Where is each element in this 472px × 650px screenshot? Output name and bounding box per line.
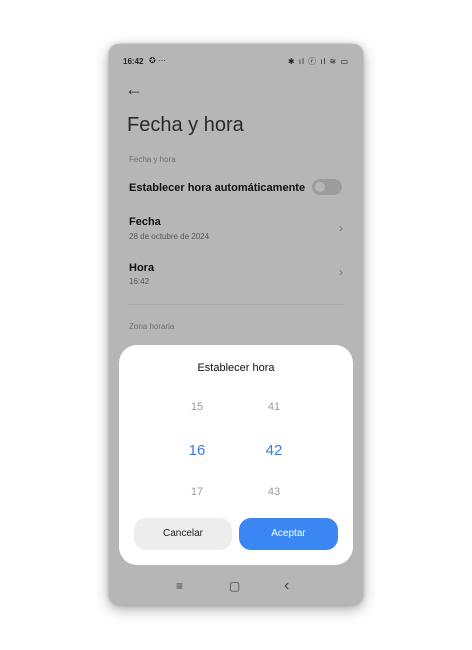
page-title: Fecha y hora <box>127 114 244 136</box>
hour-option[interactable]: 17 <box>177 486 217 498</box>
time-value: 16:42 <box>129 277 150 286</box>
divider <box>129 304 343 305</box>
status-time: 16:42 <box>123 57 144 66</box>
chevron-right-icon: › <box>339 265 343 279</box>
back-arrow-icon[interactable]: ← <box>125 80 143 98</box>
navigation-bar: ≡ ▢ ‹ <box>109 576 363 600</box>
date-value: 28 de octubre de 2024 <box>129 232 210 241</box>
section-label-date-time: Fecha y hora <box>129 155 176 164</box>
set-time-dialog: Establecer hora 15 16 17 41 42 43 Cancel… <box>119 345 353 565</box>
minute-selected[interactable]: 42 <box>254 442 294 459</box>
section-label-timezone: Zona horaria <box>129 322 175 331</box>
notification-icons: ✪ ··· <box>149 56 166 65</box>
phone-screen: 16:42 ✪ ··· ✱ ıl ⓡ ıl ≋ ▭ ← Fecha y hora… <box>109 44 363 605</box>
hour-option[interactable]: 15 <box>177 401 217 413</box>
dialog-title: Establecer hora <box>197 362 275 374</box>
auto-time-toggle[interactable] <box>312 179 342 195</box>
back-icon[interactable]: ‹ <box>284 576 289 596</box>
home-icon[interactable]: ▢ <box>229 576 240 596</box>
minute-option[interactable]: 41 <box>254 401 294 413</box>
toggle-knob <box>315 182 325 192</box>
menu-icon[interactable]: ≡ <box>176 576 183 596</box>
accept-button[interactable]: Aceptar <box>239 518 338 550</box>
system-status-icons: ✱ ıl ⓡ ıl ≋ ▭ <box>287 57 349 66</box>
time-title: Hora <box>129 262 155 274</box>
date-title: Fecha <box>129 216 161 228</box>
hour-selected[interactable]: 16 <box>177 442 217 459</box>
minute-option[interactable]: 43 <box>254 486 294 498</box>
auto-time-label: Establecer hora automáticamente <box>129 182 306 194</box>
chevron-right-icon: › <box>339 221 343 235</box>
cancel-button[interactable]: Cancelar <box>134 518 232 550</box>
status-bar: 16:42 ✪ ··· ✱ ıl ⓡ ıl ≋ ▭ <box>109 44 363 74</box>
